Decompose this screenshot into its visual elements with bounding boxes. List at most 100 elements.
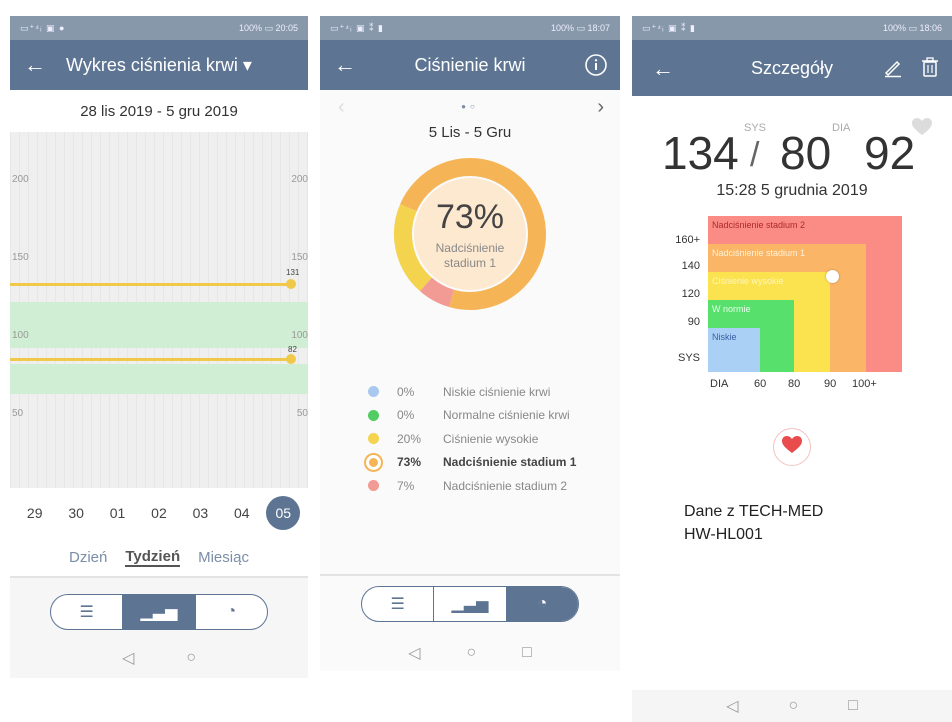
legend-percent: 20% (397, 431, 422, 446)
day-item[interactable]: 29 (18, 496, 52, 530)
classification-matrix: Nadciśnienie stadium 2 Nadciśnienie stad… (672, 208, 932, 408)
status-icons: ▭⁺⁴ᵢ ▣ ⁑ ▮ (642, 22, 696, 33)
y-tick-label: 50 (296, 408, 308, 419)
normal-range-band-upper (10, 302, 308, 348)
legend-dot (368, 433, 379, 445)
legend-label: Normalne ciśnienie krwi (443, 408, 570, 423)
app-bar: ← Wykres ciśnienia krwi ▾ (10, 40, 308, 90)
app-bar: ← Ciśnienie krwi (320, 40, 620, 90)
view-switcher: ☰ ▁▃▅ ◔ (50, 594, 268, 630)
trash-icon[interactable] (920, 56, 940, 83)
donut-percent: 73% (435, 197, 505, 236)
systolic-value-label: 131 (286, 268, 300, 277)
heart-icon (782, 435, 802, 459)
app-bar: ← Szczegóły (632, 40, 952, 96)
list-view-icon[interactable]: ☰ (51, 595, 124, 629)
x-axis-label: 100+ (852, 378, 877, 390)
x-axis-label: DIA (710, 378, 729, 390)
y-tick-label: 100 (12, 330, 29, 341)
list-view-icon[interactable]: ☰ (362, 587, 435, 621)
x-axis-label: 90 (824, 378, 837, 390)
bar-chart-icon[interactable]: ▁▃▅ (434, 587, 507, 621)
nav-back-icon[interactable]: ◁ (122, 648, 134, 668)
pie-chart-icon[interactable]: ◔ (196, 595, 267, 629)
y-tick-label: 150 (291, 252, 308, 263)
status-battery-time: 100% ▭ 18:06 (882, 22, 942, 33)
source-line: Dane z TECH-MED (684, 503, 824, 520)
y-axis-label: SYS (677, 352, 700, 364)
view-switcher-wrap: ☰ ▁▃▅ ◔ (10, 578, 308, 636)
y-axis-label: 140 (681, 260, 700, 272)
donut-center: 73% Nadciśnienie stadium 1 (390, 154, 550, 314)
chart-screen: ▭⁺⁴ᵢ ▣ ● 100% ▭ 20:05 ← Wykres ciśnienia… (10, 16, 308, 678)
back-arrow-icon[interactable]: ← (24, 52, 46, 78)
info-icon[interactable] (584, 53, 608, 82)
legend-dot (368, 386, 379, 398)
diastolic-point[interactable] (286, 354, 296, 364)
nav-home-icon[interactable]: ○ (788, 697, 798, 715)
systolic-point[interactable] (286, 279, 296, 289)
status-bar: ▭⁺⁴ᵢ ▣ ● 100% ▭ 20:05 (10, 16, 308, 40)
nav-recent-icon[interactable]: □ (848, 697, 858, 715)
y-tick-label: 50 (12, 408, 24, 419)
nav-recent-icon[interactable]: □ (522, 644, 532, 662)
page-indicator: ●○ (461, 102, 479, 111)
reading-values: 134 SYS / 80 DIA 92 (632, 96, 952, 186)
action-icons (882, 56, 940, 83)
nav-back-icon[interactable]: ◁ (408, 643, 420, 663)
legend-row: 0% Normalne ciśnienie krwi (368, 404, 620, 428)
edit-pencil-icon[interactable] (882, 56, 904, 83)
day-item[interactable]: 04 (225, 496, 259, 530)
tab-month[interactable]: Miesiąc (198, 549, 249, 566)
chart-type-dropdown[interactable]: Wykres ciśnienia krwi ▾ (10, 55, 308, 76)
android-nav-bar: ◁ ○ □ (320, 638, 620, 668)
nav-home-icon[interactable]: ○ (466, 644, 476, 662)
bar-chart-icon[interactable]: ▁▃▅ (123, 595, 196, 629)
nav-home-icon[interactable]: ○ (186, 649, 196, 667)
zone-label: Ciśnienie wysokie (712, 276, 784, 286)
legend-percent: 0% (397, 384, 415, 399)
android-nav-bar: ◁ ○ □ (632, 690, 952, 722)
tab-day[interactable]: Dzień (69, 549, 107, 566)
view-switcher: ☰ ▁▃▅ ◔ (361, 586, 579, 622)
legend-dot (368, 409, 379, 421)
y-axis-label: 120 (681, 288, 700, 300)
legend-row: 0% Niskie ciśnienie krwi (368, 380, 620, 404)
pressure-line-chart: 200 200 150 150 100 100 50 50 131 82 (10, 132, 308, 488)
systolic-label: SYS (744, 122, 767, 134)
nav-back-icon[interactable]: ◁ (726, 696, 738, 716)
day-item[interactable]: 30 (59, 496, 93, 530)
category-legend: 0% Niskie ciśnienie krwi 0% Normalne ciś… (366, 380, 620, 498)
day-item[interactable]: 03 (183, 496, 217, 530)
status-icons: ▭⁺⁴ᵢ ▣ ● (20, 22, 66, 33)
pie-chart-icon[interactable]: ◔ (506, 587, 578, 621)
day-item[interactable]: 02 (142, 496, 176, 530)
legend-label: Nadciśnienie stadium 1 (443, 455, 577, 470)
back-arrow-icon[interactable]: ← (652, 56, 674, 82)
details-screen: ▭⁺⁴ᵢ ▣ ⁑ ▮ 100% ▭ 18:06 ← Szczegóły 134 … (632, 16, 952, 722)
y-axis-label: 90 (687, 316, 700, 328)
x-axis-label: 80 (788, 378, 801, 390)
legend-row: 7% Nadciśnienie stadium 2 (368, 474, 620, 498)
day-item[interactable]: 01 (101, 496, 135, 530)
legend-label: Ciśnienie wysokie (443, 431, 539, 446)
legend-dot (366, 454, 381, 470)
status-bar: ▭⁺⁴ᵢ ▣ ⁑ ▮ 100% ▭ 18:06 (632, 16, 952, 40)
tab-week[interactable]: Tydzień (125, 548, 181, 567)
back-arrow-icon[interactable]: ← (334, 52, 356, 78)
donut-category: Nadciśnienie stadium 1 (435, 240, 505, 270)
data-source: Dane z TECH-MED HW-HL001 (684, 500, 952, 546)
legend-row: 20% Ciśnienie wysokie (368, 427, 620, 451)
day-item-selected[interactable]: 05 (266, 496, 301, 530)
y-axis-label: 160+ (675, 234, 700, 246)
view-switcher-wrap: ☰ ▁▃▅ ◔ (320, 586, 620, 622)
pulse-value: 92 (864, 127, 916, 179)
legend-label: Niskie ciśnienie krwi (443, 384, 551, 399)
legend-dot (368, 480, 379, 492)
normal-range-band-lower (10, 364, 308, 394)
heart-status-button[interactable] (773, 428, 811, 466)
systolic-line (10, 283, 292, 286)
next-period-icon[interactable]: › (597, 96, 604, 119)
heart-favorite-icon[interactable] (912, 118, 932, 141)
diastolic-value: 80 (780, 127, 832, 179)
